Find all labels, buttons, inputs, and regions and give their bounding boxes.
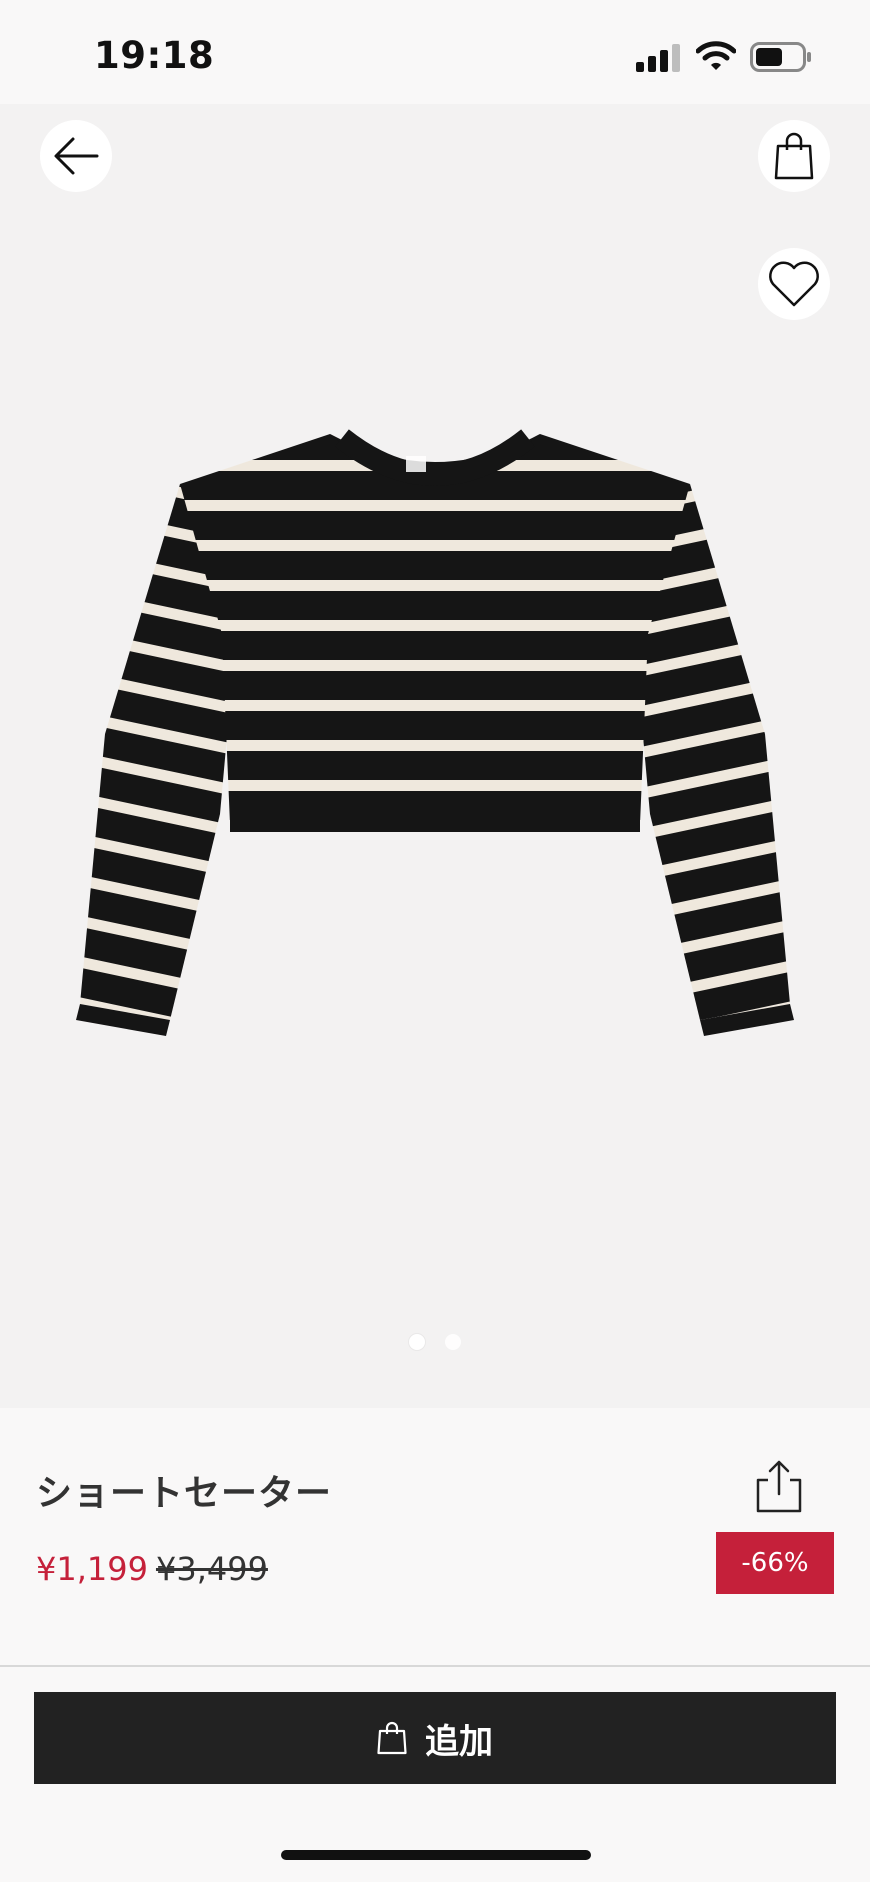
discount-badge: -66% — [716, 1532, 834, 1594]
cart-button[interactable] — [758, 120, 830, 192]
product-info: ショートセーター ¥1,199 ¥3,499 -66% — [0, 1408, 870, 1666]
wifi-icon — [696, 41, 736, 70]
back-button[interactable] — [40, 120, 112, 192]
sale-price: ¥1,199 — [36, 1550, 148, 1588]
divider — [0, 1665, 870, 1667]
gallery-pagination — [0, 1334, 870, 1358]
gallery-dot[interactable] — [409, 1334, 425, 1350]
status-time: 19:18 — [94, 34, 215, 77]
cellular-signal-icon — [636, 44, 680, 72]
shopping-bag-icon — [377, 1721, 407, 1755]
back-arrow-icon — [54, 137, 99, 175]
favorite-button[interactable] — [758, 248, 830, 320]
status-bar: 19:18 — [0, 0, 870, 104]
shopping-bag-icon — [774, 132, 814, 180]
product-image — [76, 429, 794, 1036]
home-indicator — [281, 1850, 591, 1860]
gallery-dot[interactable] — [445, 1334, 461, 1350]
price-row: ¥1,199 ¥3,499 — [36, 1550, 268, 1588]
product-name: ショートセーター — [36, 1473, 333, 1514]
add-button-label: 追加 — [425, 1721, 493, 1762]
product-image-gallery[interactable] — [0, 104, 870, 1408]
add-to-cart-button[interactable]: 追加 — [34, 1692, 836, 1784]
original-price: ¥3,499 — [155, 1550, 268, 1588]
heart-icon — [769, 261, 819, 307]
battery-icon — [750, 42, 811, 72]
share-icon[interactable] — [752, 1458, 806, 1514]
